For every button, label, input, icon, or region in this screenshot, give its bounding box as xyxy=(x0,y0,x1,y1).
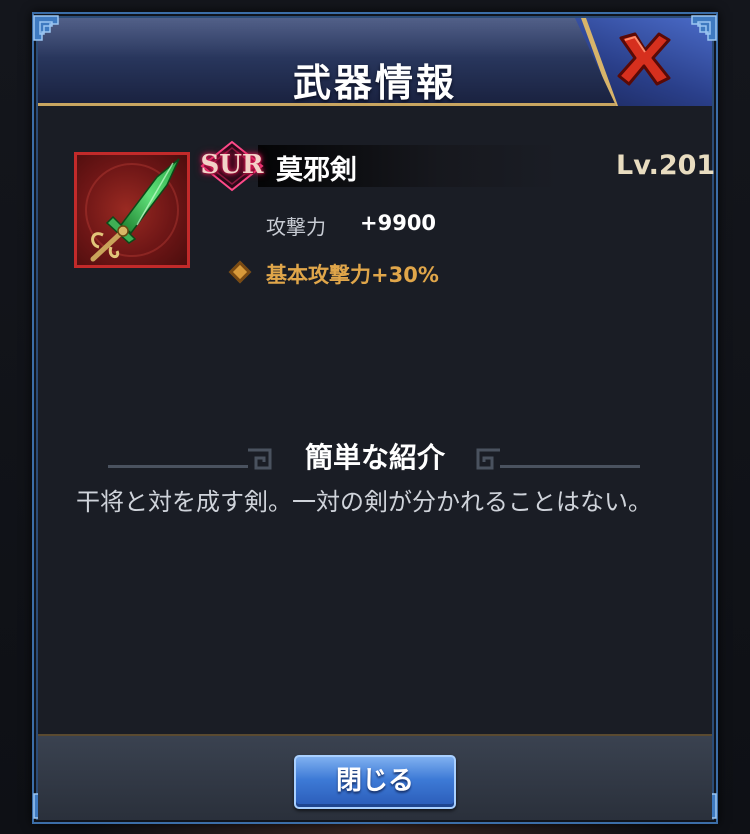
weapon-icon-frame xyxy=(74,152,190,268)
weapon-name: 莫邪剣 xyxy=(276,155,357,186)
attack-stat-label: 攻撃力 xyxy=(266,215,326,239)
section-divider-right xyxy=(500,465,640,468)
weapon-level: Lv.201 xyxy=(616,150,716,181)
intro-heading: 簡単な紹介 xyxy=(304,441,445,474)
intro-description: 干将と対を成す剣。一対の剣が分かれることはない。 xyxy=(76,488,652,516)
corner-ornament-icon xyxy=(33,15,59,41)
close-x-icon[interactable] xyxy=(615,30,673,88)
rarity-label: SUR xyxy=(200,150,264,180)
green-jade-sword-icon xyxy=(90,158,180,262)
bonus-effect: 基本攻撃力+30% xyxy=(266,263,439,287)
close-button[interactable]: 閉じる xyxy=(294,755,456,809)
section-ornament-icon xyxy=(476,448,500,470)
attack-stat-value: +9900 xyxy=(360,211,437,235)
corner-ornament-icon xyxy=(691,15,717,41)
